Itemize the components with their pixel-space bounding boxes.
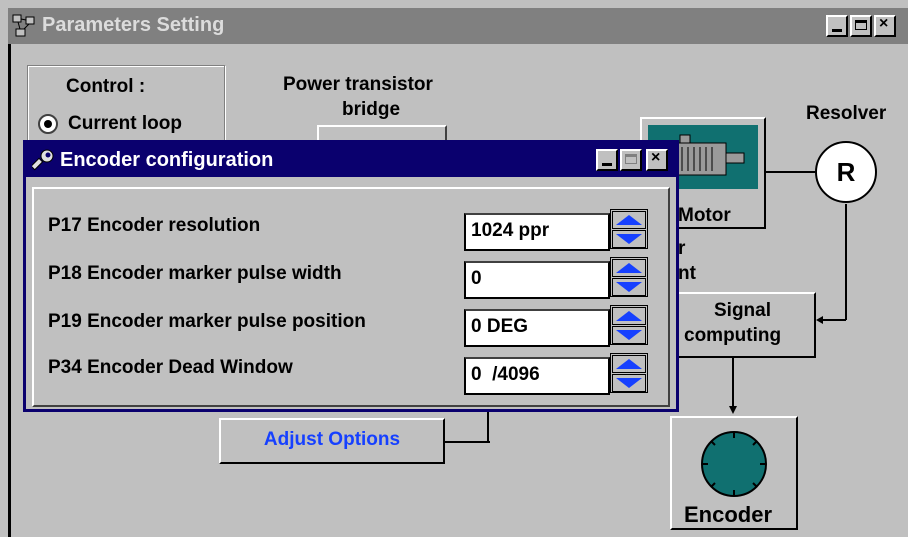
p34-increment-button[interactable] — [612, 355, 646, 373]
encoder-block[interactable]: Encoder — [670, 416, 798, 530]
p34-value-field[interactable]: 0 /4096 — [464, 357, 610, 395]
dialog-maximize-button[interactable] — [620, 149, 642, 171]
p18-decrement-button[interactable] — [612, 278, 646, 296]
wrench-icon — [30, 148, 56, 172]
dialog-minimize-button[interactable] — [596, 149, 618, 171]
dialog-title-bar[interactable]: Encoder configuration × — [26, 143, 676, 177]
p17-increment-button[interactable] — [612, 211, 646, 229]
p17-decrement-button[interactable] — [612, 230, 646, 248]
p34-label: P34 Encoder Dead Window — [48, 357, 293, 378]
p18-spinner[interactable] — [610, 257, 648, 297]
p18-increment-button[interactable] — [612, 259, 646, 277]
p19-value-field[interactable]: 0 DEG — [464, 309, 610, 347]
p18-value-field[interactable]: 0 — [464, 261, 610, 299]
p17-spinner[interactable] — [610, 209, 648, 249]
p19-decrement-button[interactable] — [612, 326, 646, 344]
adjust-options-button[interactable]: Adjust Options — [219, 418, 445, 464]
adjust-options-label: Adjust Options — [263, 429, 401, 450]
partial-label-1: r — [678, 238, 686, 259]
p34-decrement-button[interactable] — [612, 374, 646, 392]
p17-value-field[interactable]: 1024 ppr — [464, 213, 610, 251]
encoder-config-dialog: Encoder configuration × P17 Encoder reso… — [23, 140, 679, 412]
dialog-close-button[interactable]: × — [646, 149, 668, 171]
p17-label: P17 Encoder resolution — [48, 215, 261, 236]
signal-label-line1: Signal — [714, 300, 772, 321]
close-icon: × — [651, 149, 661, 166]
signal-computing-block[interactable]: Signal computing — [668, 292, 816, 358]
encoder-label: Encoder — [684, 502, 773, 527]
p34-spinner[interactable] — [610, 353, 648, 393]
encoder-dial-icon — [701, 431, 767, 497]
p19-label: P19 Encoder marker pulse position — [48, 311, 366, 332]
p19-increment-button[interactable] — [612, 307, 646, 325]
p19-spinner[interactable] — [610, 305, 648, 345]
signal-label-line2: computing — [684, 325, 782, 346]
p18-label: P18 Encoder marker pulse width — [48, 263, 342, 284]
partial-label-2: nt — [678, 263, 696, 284]
dialog-title: Encoder configuration — [60, 149, 274, 171]
